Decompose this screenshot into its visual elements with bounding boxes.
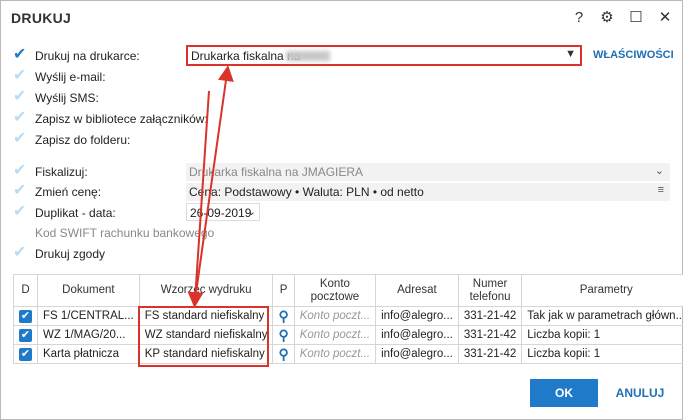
checkmark-icon[interactable]: ✔: [13, 245, 29, 261]
column-header[interactable]: D: [13, 274, 38, 307]
search-icon[interactable]: ⚲: [278, 308, 288, 324]
preview-cell[interactable]: ⚲: [272, 344, 295, 364]
preview-cell[interactable]: ⚲: [272, 325, 295, 345]
checkmark-icon[interactable]: ✔: [19, 309, 32, 323]
option-label: Kod SWIFT rachunku bankowego: [35, 226, 215, 240]
table-header-row: D Dokument Wzorzec wydruku P Konto poczt…: [13, 274, 683, 307]
chevron-down-icon[interactable]: ▼: [565, 48, 576, 60]
help-button[interactable]: ?: [568, 7, 590, 29]
checkmark-icon[interactable]: ✔: [13, 89, 29, 105]
phone-cell: 331-21-42: [457, 325, 523, 345]
dialog-title: DRUKUJ: [11, 10, 72, 26]
recipient-cell: info@alegro...: [375, 344, 459, 364]
row-checkbox[interactable]: ✔: [13, 306, 38, 326]
checkmark-icon[interactable]: ✔: [13, 204, 29, 220]
params-cell[interactable]: Liczba kopii: 1: [521, 325, 683, 345]
chevron-down-icon[interactable]: ⌄: [655, 164, 664, 177]
table-row[interactable]: ✔ FS 1/CENTRAL... FS standard niefiskaln…: [13, 306, 683, 326]
column-header[interactable]: Wzorzec wydruku: [138, 274, 274, 307]
account-cell[interactable]: Konto poczt...: [293, 325, 377, 345]
column-header[interactable]: Parametry: [521, 274, 683, 307]
option-label: Fiskalizuj:: [35, 165, 88, 179]
option-label: Wyślij SMS:: [35, 91, 99, 105]
maximize-icon[interactable]: ☐: [625, 7, 647, 29]
column-header[interactable]: Numer telefonu: [457, 274, 523, 307]
search-icon[interactable]: ⚲: [278, 346, 288, 362]
documents-table: D Dokument Wzorzec wydruku P Konto poczt…: [13, 274, 683, 364]
printer-select-value: Drukarka fiskalna na: [191, 49, 301, 63]
column-header[interactable]: P: [272, 274, 295, 307]
checkmark-icon[interactable]: ✔: [13, 163, 29, 179]
checkmark-icon[interactable]: ✔: [13, 68, 29, 84]
option-label: Drukuj zgody: [35, 247, 106, 261]
table-row[interactable]: ✔ WZ 1/MAG/20... WZ standard niefiskalny…: [13, 325, 683, 345]
print-dialog: DRUKUJ ? ⚙ ☐ ✕ ✔ Drukuj na drukarce: ✔ W…: [0, 0, 683, 420]
option-label: Duplikat - data:: [35, 206, 116, 220]
checkmark-icon[interactable]: ✔: [19, 347, 32, 361]
row-checkbox[interactable]: ✔: [13, 344, 38, 364]
ok-button[interactable]: OK: [530, 379, 598, 407]
phone-cell: 331-21-42: [457, 306, 523, 326]
document-cell: WZ 1/MAG/20...: [37, 325, 140, 345]
printer-select[interactable]: Drukarka fiskalna na ▼: [186, 45, 582, 66]
option-label: Drukuj na drukarce:: [35, 49, 140, 63]
account-cell[interactable]: Konto poczt...: [293, 306, 377, 326]
close-icon[interactable]: ✕: [654, 7, 676, 29]
checkmark-icon[interactable]: ✔: [13, 110, 29, 126]
chevron-down-icon[interactable]: ⌄: [247, 205, 256, 218]
search-icon[interactable]: ⚲: [278, 327, 288, 343]
checkmark-icon[interactable]: ✔: [13, 131, 29, 147]
account-cell[interactable]: Konto poczt...: [293, 344, 377, 364]
option-label: Zmień cenę:: [35, 185, 102, 199]
params-cell[interactable]: Tak jak w parametrach główn...: [521, 306, 683, 326]
column-header[interactable]: Adresat: [375, 274, 459, 307]
document-cell: FS 1/CENTRAL...: [37, 306, 140, 326]
duplicate-date-value: 26-09-2019: [190, 206, 252, 220]
row-checkbox[interactable]: ✔: [13, 325, 38, 345]
checkmark-icon[interactable]: ✔: [13, 47, 29, 63]
option-label: Zapisz w bibliotece załączników:: [35, 112, 208, 126]
menu-icon[interactable]: ≡: [658, 184, 664, 196]
price-field[interactable]: Cena: Podstawowy • Waluta: PLN • od nett…: [186, 183, 670, 201]
fiscal-printer-field[interactable]: Drukarka fiskalna na JMAGIERA ⌄: [186, 163, 670, 181]
params-cell[interactable]: Liczba kopii: 1: [521, 344, 683, 364]
recipient-cell: info@alegro...: [375, 306, 459, 326]
duplicate-date-picker[interactable]: 26-09-2019 ⌄: [186, 203, 260, 221]
template-highlight-box: [138, 306, 269, 367]
title-bar: DRUKUJ ? ⚙ ☐ ✕: [1, 1, 682, 35]
option-label: Wyślij e-mail:: [35, 70, 106, 84]
column-header[interactable]: Dokument: [37, 274, 140, 307]
checkmark-icon[interactable]: ✔: [19, 328, 32, 342]
properties-link[interactable]: WŁAŚCIWOŚCI: [593, 49, 674, 61]
fiscal-printer-value: Drukarka fiskalna na JMAGIERA: [189, 165, 364, 179]
document-cell: Karta płatnicza: [37, 344, 140, 364]
option-label: Zapisz do folderu:: [35, 133, 131, 147]
cancel-button[interactable]: ANULUJ: [610, 379, 670, 407]
preview-cell[interactable]: ⚲: [272, 306, 295, 326]
price-value: Cena: Podstawowy • Waluta: PLN • od nett…: [189, 185, 424, 199]
gear-icon[interactable]: ⚙: [596, 7, 618, 29]
column-header[interactable]: Konto pocztowe: [293, 274, 377, 307]
recipient-cell: info@alegro...: [375, 325, 459, 345]
phone-cell: 331-21-42: [457, 344, 523, 364]
checkmark-icon[interactable]: ✔: [13, 183, 29, 199]
table-row[interactable]: ✔ Karta płatnicza KP standard niefiskaln…: [13, 344, 683, 364]
redacted-text: [286, 51, 330, 61]
